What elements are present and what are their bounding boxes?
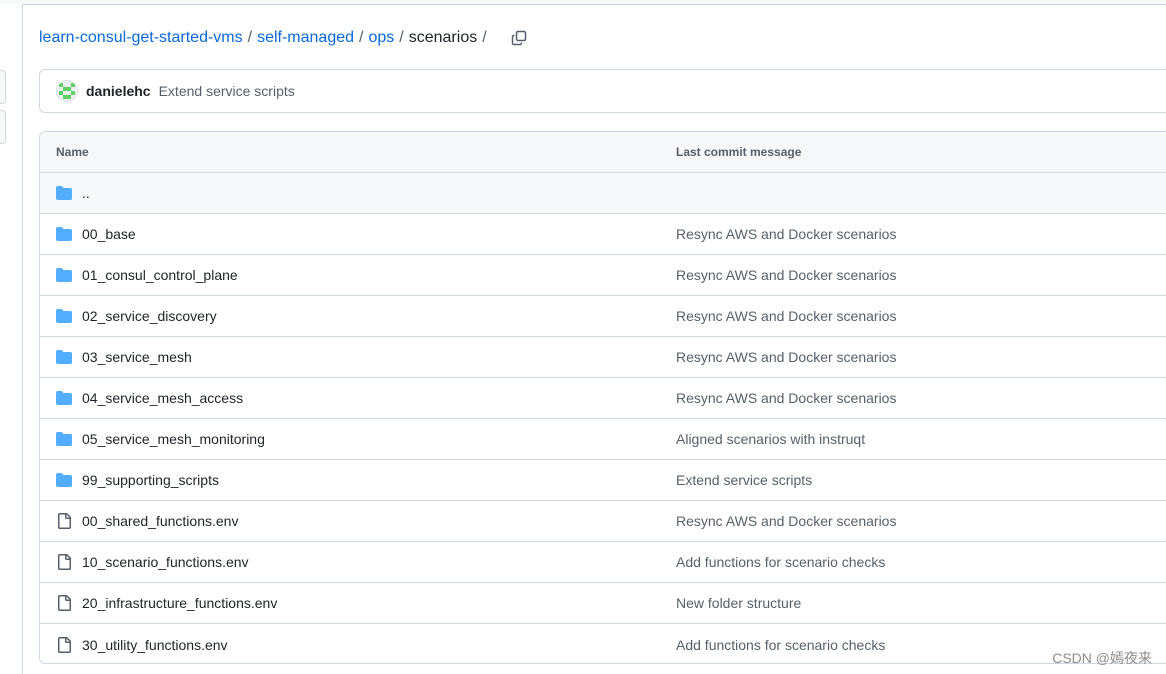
commit-message-link[interactable]: New folder structure (676, 595, 801, 611)
commit-message-link[interactable]: Resync AWS and Docker scenarios (676, 390, 896, 406)
copy-icon (511, 30, 526, 46)
copy-path-button[interactable] (510, 29, 528, 47)
breadcrumb-ops-link[interactable]: ops (368, 29, 394, 47)
commit-message-link[interactable]: Aligned scenarios with instruqt (676, 431, 865, 447)
folder-icon (56, 226, 72, 242)
commit-message-link[interactable]: Resync AWS and Docker scenarios (676, 226, 896, 242)
breadcrumb-repo-link[interactable]: learn-consul-get-started-vms (39, 29, 243, 47)
file-table: Name Last commit message .. 00_base Resyn… (39, 131, 1166, 664)
table-row[interactable]: 10_scenario_functions.env Add functions f… (40, 542, 1166, 583)
commit-message-link[interactable]: Add functions for scenario checks (676, 637, 885, 653)
commit-message-link[interactable]: Resync AWS and Docker scenarios (676, 267, 896, 283)
table-row[interactable]: 03_service_mesh Resync AWS and Docker sce… (40, 337, 1166, 378)
commit-message-link[interactable]: Resync AWS and Docker scenarios (676, 513, 896, 529)
folder-name-link[interactable]: 04_service_mesh_access (82, 390, 243, 406)
column-header-name: Name (56, 145, 89, 159)
commit-message-link[interactable]: Resync AWS and Docker scenarios (676, 308, 896, 324)
file-icon (56, 513, 72, 529)
folder-icon (56, 349, 72, 365)
rail-collapse-tab[interactable] (0, 70, 6, 104)
commit-message-link[interactable]: Extend service scripts (159, 83, 295, 99)
folder-name-link[interactable]: 01_consul_control_plane (82, 267, 238, 283)
folder-name-link[interactable]: 02_service_discovery (82, 308, 217, 324)
breadcrumb-separator: / (399, 29, 404, 46)
folder-name-link[interactable]: 99_supporting_scripts (82, 472, 219, 488)
github-repo-directory-page: learn-consul-get-started-vms / self-mana… (0, 0, 1166, 674)
table-row[interactable]: 30_utility_functions.env Add functions fo… (40, 624, 1166, 663)
folder-icon (56, 472, 72, 488)
file-rows: 00_base Resync AWS and Docker scenarios 01… (40, 214, 1166, 663)
parent-directory-link[interactable]: .. (82, 185, 90, 201)
table-row[interactable]: 00_shared_functions.env Resync AWS and Do… (40, 501, 1166, 542)
watermark-text: CSDN @嫣夜来 (1052, 650, 1152, 666)
breadcrumb: learn-consul-get-started-vms / self-mana… (39, 27, 528, 49)
table-row[interactable]: 02_service_discovery Resync AWS and Docke… (40, 296, 1166, 337)
file-icon (56, 595, 72, 611)
file-name-link[interactable]: 30_utility_functions.env (82, 637, 228, 653)
top-header-edge (0, 0, 1166, 5)
breadcrumb-self-managed-link[interactable]: self-managed (257, 29, 354, 47)
folder-name-link[interactable]: 00_base (82, 226, 136, 242)
table-row[interactable]: 05_service_mesh_monitoring Aligned scenar… (40, 419, 1166, 460)
breadcrumb-separator: / (247, 29, 253, 46)
table-row[interactable]: 20_infrastructure_functions.env New folde… (40, 583, 1166, 624)
breadcrumb-current-folder: scenarios (408, 29, 478, 46)
commit-message-link[interactable]: Resync AWS and Docker scenarios (676, 349, 896, 365)
latest-commit-box: danielehc Extend service scripts (39, 69, 1166, 113)
table-row[interactable]: 00_base Resync AWS and Docker scenarios (40, 214, 1166, 255)
table-row[interactable]: 01_consul_control_plane Resync AWS and Do… (40, 255, 1166, 296)
folder-icon (56, 390, 72, 406)
folder-name-link[interactable]: 05_service_mesh_monitoring (82, 431, 265, 447)
breadcrumb-separator: / (359, 29, 364, 46)
avatar-identicon (57, 81, 77, 101)
commit-message-link[interactable]: Add functions for scenario checks (676, 554, 885, 570)
left-file-tree-rail (0, 4, 23, 674)
file-name-link[interactable]: 10_scenario_functions.env (82, 554, 249, 570)
folder-icon (56, 185, 72, 201)
rail-search-tab[interactable] (0, 110, 6, 144)
file-icon (56, 636, 72, 653)
folder-icon (56, 308, 72, 324)
folder-icon (56, 431, 72, 447)
avatar[interactable] (56, 80, 78, 102)
folder-name-link[interactable]: 03_service_mesh (82, 349, 192, 365)
table-header: Name Last commit message (40, 132, 1166, 173)
file-name-link[interactable]: 20_infrastructure_functions.env (82, 595, 277, 611)
folder-icon (56, 267, 72, 283)
breadcrumb-separator: / (482, 29, 487, 46)
parent-directory-row[interactable]: .. (40, 173, 1166, 214)
file-name-link[interactable]: 00_shared_functions.env (82, 513, 238, 529)
table-row[interactable]: 99_supporting_scripts Extend service scri… (40, 460, 1166, 501)
table-row[interactable]: 04_service_mesh_access Resync AWS and Doc… (40, 378, 1166, 419)
commit-author-link[interactable]: danielehc (86, 83, 151, 99)
column-header-last-commit-message: Last commit message (676, 145, 802, 159)
file-icon (56, 554, 72, 570)
commit-message-link[interactable]: Extend service scripts (676, 472, 812, 488)
